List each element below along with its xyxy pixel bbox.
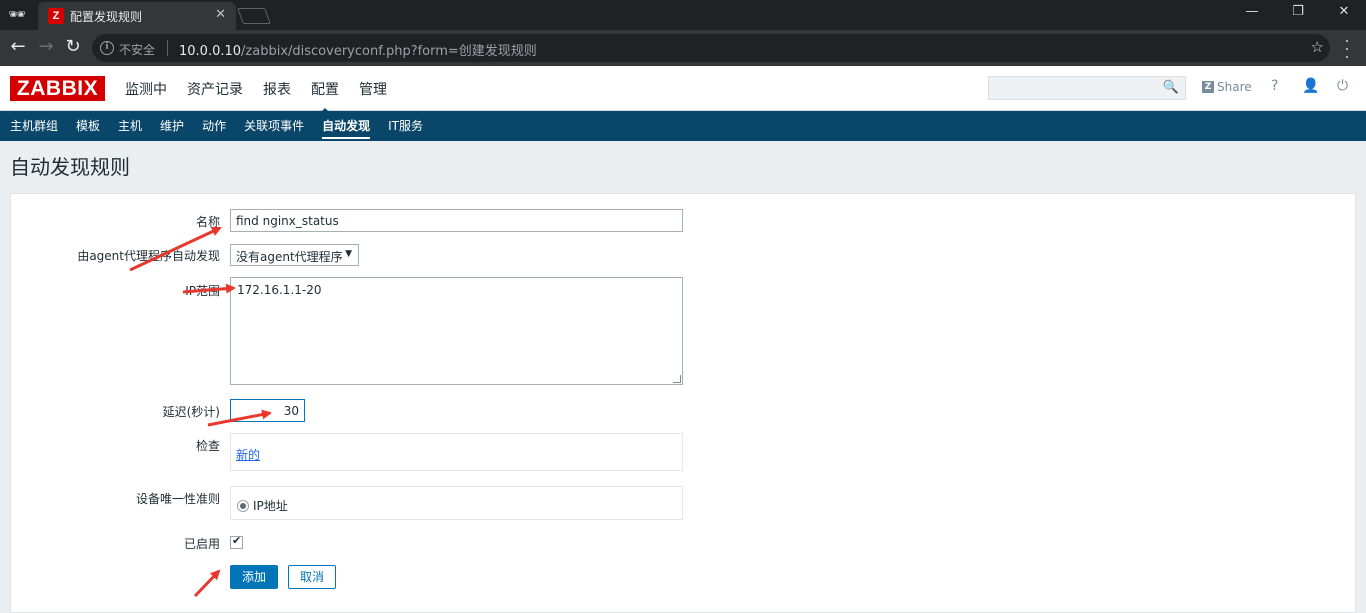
security-label: 不安全	[119, 43, 156, 57]
name-field[interactable]: find nginx_status	[230, 209, 683, 232]
tab-title: 配置发现规则	[70, 10, 143, 24]
submenu-correlation[interactable]: 关联项事件	[244, 111, 304, 141]
ip-range-textarea[interactable]: 172.16.1.1-20	[230, 277, 683, 385]
browser-menu-icon[interactable]: · · ·	[1342, 35, 1352, 65]
reload-icon[interactable]: ↻	[63, 37, 83, 57]
minimize-icon[interactable]: —	[1242, 4, 1262, 19]
enabled-checkbox[interactable]	[230, 534, 243, 549]
help-icon[interactable]: ?	[1271, 78, 1278, 94]
new-tab-button[interactable]	[237, 8, 271, 24]
menu-item-inventory[interactable]: 资产记录	[187, 79, 243, 99]
window-close-icon[interactable]: ✕	[1334, 4, 1354, 19]
new-check-link[interactable]: 新的	[236, 446, 260, 463]
menu-item-monitoring[interactable]: 监测中	[125, 79, 167, 99]
ip-range-value: 172.16.1.1-20	[237, 283, 322, 297]
back-icon[interactable]: ←	[8, 37, 28, 57]
menu-item-configuration[interactable]: 配置	[311, 79, 339, 114]
tab-close-icon[interactable]: ✕	[215, 7, 226, 22]
submenu-host-groups[interactable]: 主机群组	[10, 111, 58, 141]
browser-toolbar: ← → ↻ i 不安全 10.0.0.10/zabbix/discoveryco…	[0, 30, 1366, 66]
proxy-label: 由agent代理程序自动发现	[77, 249, 220, 263]
submenu-discovery[interactable]: 自动发现	[322, 111, 371, 141]
zabbix-logo[interactable]: ZABBIX	[10, 76, 105, 101]
proxy-select[interactable]: 没有agent代理程序 ▼	[230, 244, 359, 266]
menu-item-reports[interactable]: 报表	[263, 79, 291, 99]
delay-label: 延迟(秒计)	[162, 405, 220, 419]
ip-address-radio[interactable]	[237, 499, 249, 512]
browser-tabbar: 🕶 Z 配置发现规则 ✕ — ❐ ✕	[0, 0, 1366, 30]
add-button[interactable]: 添加	[230, 565, 278, 589]
ip-address-radio-label: IP地址	[253, 499, 288, 513]
submenu-it-services[interactable]: IT服务	[388, 111, 423, 141]
search-icon[interactable]: 🔍	[1163, 80, 1179, 95]
menu-item-administration[interactable]: 管理	[359, 79, 387, 99]
name-label: 名称	[195, 215, 220, 229]
forward-icon[interactable]: →	[36, 37, 56, 57]
url-host: 10.0.0.10	[179, 44, 242, 59]
enabled-label: 已启用	[183, 537, 220, 551]
share-label: Share	[1217, 80, 1252, 94]
address-bar[interactable]: i 不安全 10.0.0.10/zabbix/discoveryconf.php…	[92, 34, 1330, 62]
user-profile-icon[interactable]: 👤	[1302, 78, 1319, 94]
url-text[interactable]: 10.0.0.10/zabbix/discoveryconf.php?form=…	[179, 40, 537, 59]
resize-handle-icon[interactable]	[673, 375, 681, 383]
checks-label: 检查	[195, 439, 220, 453]
submenu-templates[interactable]: 模板	[76, 111, 100, 141]
dropdown-caret-icon: ▼	[345, 249, 352, 259]
zabbix-favicon-icon: Z	[48, 8, 64, 24]
bookmark-star-icon[interactable]: ☆	[1311, 38, 1324, 56]
submenu-hosts[interactable]: 主机	[118, 111, 142, 141]
url-path: /zabbix/discoveryconf.php?form=创建发现规则	[241, 44, 537, 59]
divider	[167, 40, 168, 56]
page-title: 自动发现规则	[10, 155, 130, 179]
incognito-icon: 🕶	[8, 7, 26, 23]
checks-box: 新的	[230, 433, 683, 471]
ip-range-label: IP范围	[185, 284, 220, 298]
zabbix-share-icon: Z	[1202, 81, 1214, 93]
proxy-selected-value: 没有agent代理程序	[236, 250, 343, 264]
uniqueness-label: 设备唯一性准则	[135, 492, 220, 506]
browser-tab[interactable]: Z 配置发现规则 ✕	[38, 2, 236, 30]
restore-icon[interactable]: ❐	[1288, 4, 1308, 19]
submenu-actions[interactable]: 动作	[202, 111, 226, 141]
logout-icon[interactable]: ⏻	[1337, 78, 1348, 94]
info-icon[interactable]: i	[100, 41, 114, 55]
submenu-maintenance[interactable]: 维护	[160, 111, 184, 141]
delay-field[interactable]: 30	[230, 399, 305, 422]
cancel-button[interactable]: 取消	[288, 565, 336, 589]
main-menu: 监测中 资产记录 报表 配置 管理	[125, 79, 387, 114]
search-input[interactable]: 🔍	[988, 76, 1186, 100]
sub-menu: 主机群组 模板 主机 维护 动作 关联项事件 自动发现 IT服务	[0, 111, 1366, 141]
app-header: ZABBIX 监测中 资产记录 报表 配置 管理 🔍 Z Share ? 👤 ⏻	[0, 66, 1366, 114]
share-link[interactable]: Z Share	[1202, 80, 1252, 94]
uniqueness-box: IP地址	[230, 486, 683, 520]
